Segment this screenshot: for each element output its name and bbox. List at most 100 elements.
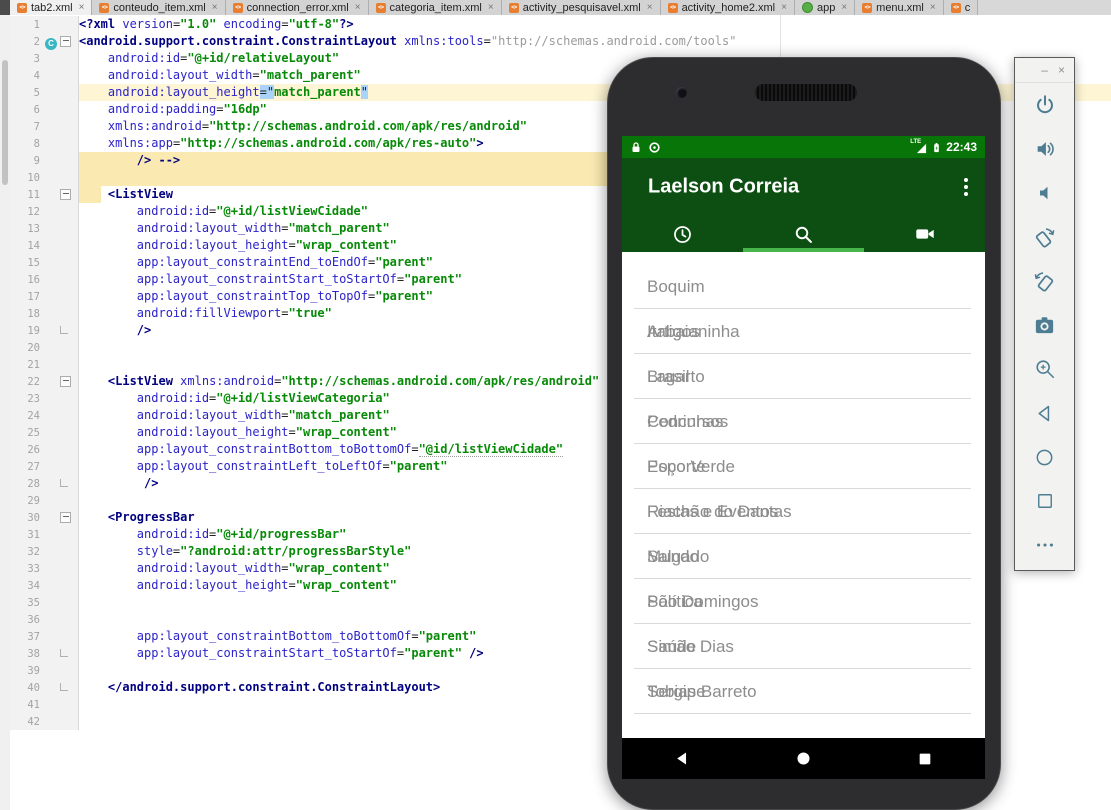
editor-tab-menu.xml[interactable]: menu.xml × — [855, 0, 944, 15]
fold-collapse-icon[interactable] — [60, 36, 71, 47]
list-item[interactable]: PedrinhasConcursos — [622, 399, 985, 444]
back-button[interactable] — [1015, 391, 1074, 435]
tab-video[interactable] — [864, 216, 985, 252]
tab-close-icon[interactable]: × — [212, 2, 218, 13]
editor-gutter: 36 — [10, 611, 79, 628]
editor-gutter: 17 — [10, 288, 79, 305]
line-number: 33 — [10, 563, 42, 575]
tab-close-icon[interactable]: × — [488, 2, 494, 13]
rotate-left-button[interactable] — [1015, 215, 1074, 259]
category-label: Festas e Eventos — [647, 502, 778, 522]
editor-gutter: 33 — [10, 560, 79, 577]
fold-collapse-icon[interactable] — [60, 512, 71, 523]
tab-label: menu.xml — [876, 2, 924, 14]
editor-gutter: 35 — [10, 594, 79, 611]
line-number: 4 — [10, 70, 42, 82]
status-bar: LTE 22:43 — [622, 136, 985, 158]
more-button[interactable] — [1015, 523, 1074, 567]
fold-collapse-icon[interactable] — [60, 376, 71, 387]
editor-tab-c[interactable]: c — [944, 0, 979, 15]
category-label: Mundo — [647, 547, 699, 567]
tab-close-icon[interactable]: × — [841, 2, 847, 13]
line-number: 5 — [10, 87, 42, 99]
editor-tab-activity_pesquisavel.xml[interactable]: activity_pesquisavel.xml × — [502, 0, 661, 15]
line-number: 26 — [10, 444, 42, 456]
list-item[interactable]: Riachão do DantasFestas e Eventos — [622, 489, 985, 534]
volume-up-button[interactable] — [1015, 127, 1074, 171]
editor-gutter: 16 — [10, 271, 79, 288]
tab-close-icon[interactable]: × — [647, 2, 653, 13]
editor-gutter: 14 — [10, 237, 79, 254]
xml-file-icon — [951, 3, 961, 13]
xml-file-icon — [233, 3, 243, 13]
xml-file-icon — [862, 3, 872, 13]
tab-close-icon[interactable]: × — [781, 2, 787, 13]
screenshot-button[interactable] — [1015, 303, 1074, 347]
list-item[interactable]: SalgadoMundo — [622, 534, 985, 579]
editor-tab-activity_home2.xml[interactable]: activity_home2.xml × — [661, 0, 795, 15]
editor-gutter: 38 — [10, 645, 79, 662]
list-item[interactable]: Poço VerdeEsporte — [622, 444, 985, 489]
code-line: 1<?xml version="1.0" encoding="utf-8"?> — [10, 16, 1111, 33]
app-run-icon — [802, 2, 813, 13]
city-category-list[interactable]: BoquimItabaianinhaArtigosLagartoBrasilPe… — [622, 252, 985, 738]
editor-gutter: 18 — [10, 305, 79, 322]
editor-tab-app[interactable]: app× — [795, 0, 855, 15]
line-number: 12 — [10, 206, 42, 218]
zoom-button[interactable] — [1015, 347, 1074, 391]
code-line: 2C<android.support.constraint.Constraint… — [10, 33, 1111, 50]
list-item[interactable]: ItabaianinhaArtigos — [622, 309, 985, 354]
editor-gutter: 41 — [10, 696, 79, 713]
list-item[interactable]: São DomingosPolítica — [622, 579, 985, 624]
list-item[interactable]: Tobias BarretoSergipe — [622, 669, 985, 714]
line-number: 36 — [10, 614, 42, 626]
list-item[interactable]: Boquim — [622, 264, 985, 309]
category-label: Artigos — [647, 322, 700, 342]
list-item[interactable]: Simão DiasSaúde — [622, 624, 985, 669]
scrollbar-thumb[interactable] — [2, 60, 8, 185]
editor-gutter: 8 — [10, 135, 79, 152]
category-label: Sergipe — [647, 682, 706, 702]
tab-close-icon[interactable]: × — [930, 2, 936, 13]
data-saver-icon — [648, 141, 661, 154]
earpiece-speaker — [755, 84, 857, 101]
editor-tab-conteudo_item.xml[interactable]: conteudo_item.xml× — [92, 0, 225, 15]
line-number: 19 — [10, 325, 42, 337]
tab-recents-clock[interactable] — [622, 216, 743, 252]
category-label: Política — [647, 592, 703, 612]
editor-gutter: 3 — [10, 50, 79, 67]
tab-label: activity_home2.xml — [682, 2, 776, 14]
editor-tab-categoria_item.xml[interactable]: categoria_item.xml× — [369, 0, 502, 15]
overflow-menu-icon[interactable] — [964, 178, 968, 196]
window-controls: –× — [1015, 58, 1074, 83]
nav-back-button[interactable] — [622, 738, 743, 779]
front-camera-icon — [676, 87, 687, 98]
rotate-right-button[interactable] — [1015, 259, 1074, 303]
line-number: 21 — [10, 359, 42, 371]
list-item[interactable]: LagartoBrasil — [622, 354, 985, 399]
project-panel-corner — [0, 0, 10, 15]
tab-close-icon[interactable]: × — [79, 2, 85, 13]
line-number: 3 — [10, 53, 42, 65]
android-nav-bar — [622, 738, 985, 779]
line-number: 9 — [10, 155, 42, 167]
editor-tab-tab2.xml[interactable]: tab2.xml× — [10, 0, 92, 15]
minimize-button[interactable]: – — [1041, 63, 1048, 77]
nav-overview-button[interactable] — [864, 738, 985, 779]
line-number: 40 — [10, 682, 42, 694]
nav-home-button[interactable] — [743, 738, 864, 779]
overview-button[interactable] — [1015, 479, 1074, 523]
close-button[interactable]: × — [1058, 63, 1065, 77]
power-button[interactable] — [1015, 83, 1074, 127]
fold-collapse-icon[interactable] — [60, 189, 71, 200]
editor-gutter: 24 — [10, 407, 79, 424]
editor-gutter: 28 — [10, 475, 79, 492]
editor-tab-connection_error.xml[interactable]: connection_error.xml× — [226, 0, 369, 15]
tab-label: activity_pesquisavel.xml — [523, 2, 641, 14]
fold-end-icon — [60, 326, 68, 334]
home-button[interactable] — [1015, 435, 1074, 479]
tab-close-icon[interactable]: × — [355, 2, 361, 13]
volume-down-button[interactable] — [1015, 171, 1074, 215]
line-number: 35 — [10, 597, 42, 609]
tab-search[interactable] — [743, 216, 864, 252]
